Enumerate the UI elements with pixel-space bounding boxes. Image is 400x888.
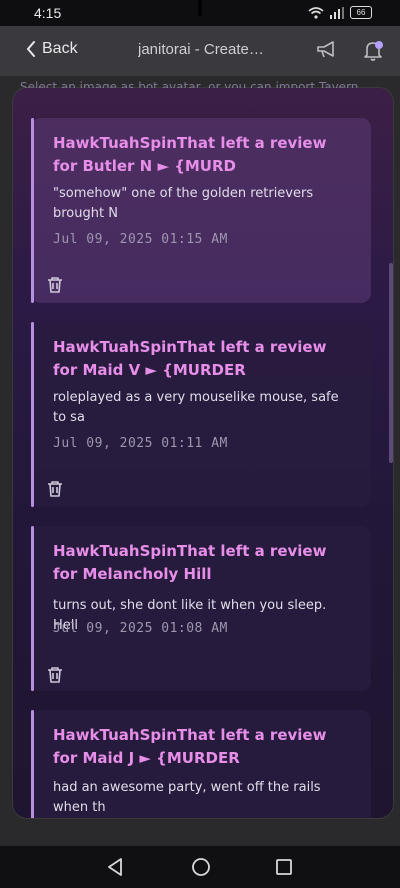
- signal-icon: [330, 6, 344, 19]
- status-bar: 4:15 66: [0, 0, 400, 26]
- page-title: janitorai - Create…: [138, 41, 264, 58]
- camera-notch: [198, 0, 202, 16]
- notification-card[interactable]: HawkTuahSpinThat left a review for Maid …: [31, 710, 371, 818]
- notification-title: HawkTuahSpinThat left a review for Melan…: [53, 542, 327, 583]
- notification-body: "somehow" one of the golden retrievers b…: [53, 186, 314, 221]
- notification-card[interactable]: HawkTuahSpinThat left a review for Butle…: [31, 118, 371, 303]
- notification-date: Jul 09, 2025 01:11 AM: [53, 436, 228, 451]
- notification-body: had an awesome party, went off the rails…: [53, 780, 321, 815]
- notification-card[interactable]: HawkTuahSpinThat left a review for Melan…: [31, 526, 371, 691]
- app-header: Back janitorai - Create…: [0, 26, 400, 76]
- wifi-icon: [308, 6, 324, 19]
- notification-date: Jul 09, 2025 01:15 AM: [53, 232, 228, 247]
- trash-icon[interactable]: [47, 480, 63, 498]
- notification-card[interactable]: HawkTuahSpinThat left a review for Maid …: [31, 322, 371, 507]
- notification-body: roleplayed as a very mouselike mouse, sa…: [53, 390, 339, 425]
- notification-date: Jul 09, 2025 01:08 AM: [53, 621, 228, 636]
- status-time: 4:15: [34, 5, 62, 21]
- status-icons: 66: [308, 6, 372, 19]
- megaphone-icon[interactable]: [316, 40, 338, 60]
- back-button[interactable]: Back: [26, 40, 78, 58]
- scrollbar[interactable]: [389, 263, 393, 463]
- trash-icon[interactable]: [47, 666, 63, 684]
- nav-home-icon[interactable]: [191, 857, 211, 877]
- battery-icon: 66: [350, 6, 372, 19]
- chevron-left-icon: [26, 41, 35, 57]
- nav-back-icon[interactable]: [106, 857, 124, 877]
- system-nav-bar: [0, 846, 400, 888]
- notification-dot: [375, 41, 383, 49]
- notifications-panel[interactable]: HawkTuahSpinThat left a review for Butle…: [13, 88, 393, 818]
- nav-recents-icon[interactable]: [276, 859, 292, 875]
- trash-icon[interactable]: [47, 276, 63, 294]
- notification-title: HawkTuahSpinThat left a review for Maid …: [53, 726, 327, 767]
- notification-title: HawkTuahSpinThat left a review for Maid …: [53, 338, 327, 379]
- back-label: Back: [42, 40, 78, 57]
- notification-title: HawkTuahSpinThat left a review for Butle…: [53, 134, 327, 175]
